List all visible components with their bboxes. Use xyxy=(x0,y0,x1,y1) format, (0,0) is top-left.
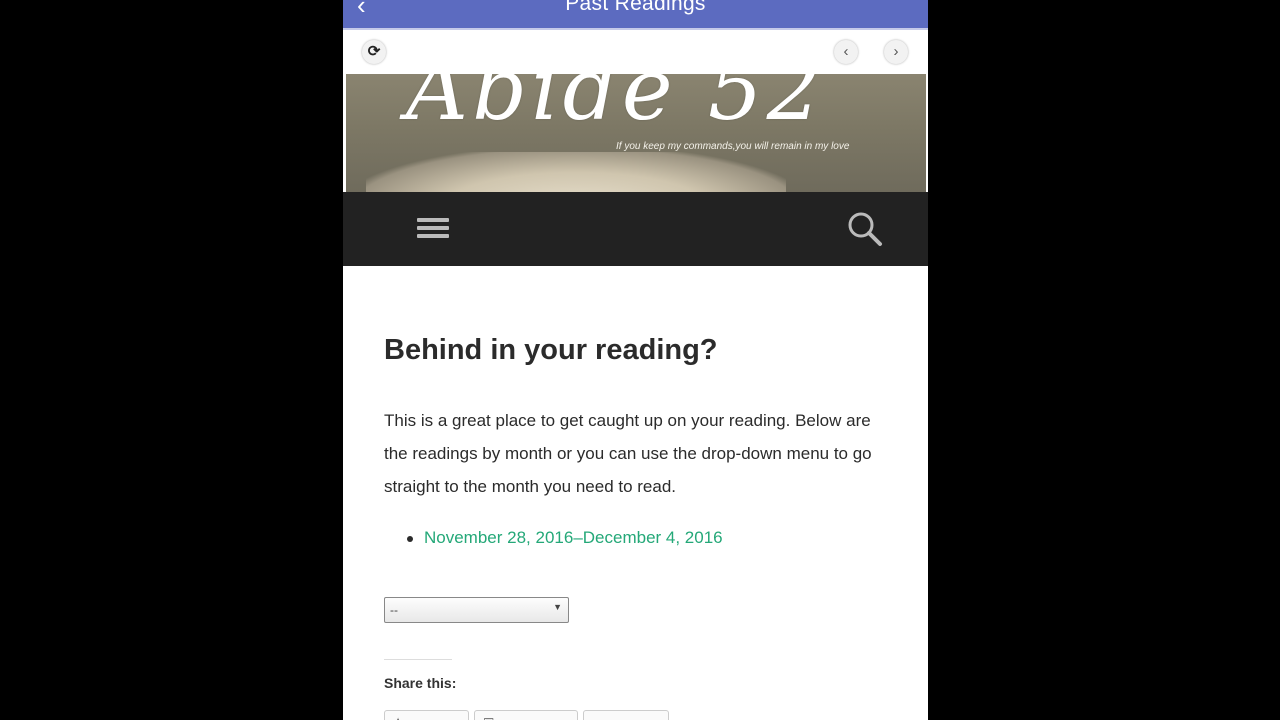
phone-screen: ‹ Past Readings ⟳ ‹ › Abide 52 If you ke… xyxy=(343,0,928,720)
site-logo: Abide 52 xyxy=(406,74,826,140)
share-label: Share this: xyxy=(384,675,457,691)
site-banner[interactable]: Abide 52 If you keep my commands,you wil… xyxy=(346,74,926,192)
divider xyxy=(384,659,452,660)
app-bar: ‹ Past Readings xyxy=(343,0,928,28)
browser-toolbar: ⟳ ‹ › xyxy=(343,28,928,76)
page-title: Behind in your reading? xyxy=(384,334,718,366)
site-nav xyxy=(343,192,928,266)
reading-links: November 28, 2016–December 4, 2016 xyxy=(407,528,723,548)
open-bible-image xyxy=(366,152,786,192)
dropdown-arrow-icon: ▼ xyxy=(553,602,562,612)
intro-paragraph: This is a great place to get caught up o… xyxy=(384,411,872,496)
chevron-right-icon[interactable]: › xyxy=(884,40,908,64)
hamburger-menu-icon[interactable] xyxy=(417,218,449,242)
app-bar-title: Past Readings xyxy=(565,0,706,15)
list-item: November 28, 2016–December 4, 2016 xyxy=(407,528,723,548)
month-dropdown-value: -- xyxy=(390,603,398,617)
site-tagline: If you keep my commands,you will remain … xyxy=(616,141,850,152)
share-twitter-button[interactable]: ✦ xyxy=(384,710,469,720)
refresh-icon[interactable]: ⟳ xyxy=(362,40,386,64)
month-dropdown[interactable]: -- ▼ xyxy=(384,597,569,623)
reading-link[interactable]: November 28, 2016–December 4, 2016 xyxy=(424,528,723,547)
chevron-left-icon[interactable]: ‹ xyxy=(834,40,858,64)
share-google-button[interactable]: ● xyxy=(583,710,669,720)
search-icon[interactable] xyxy=(847,211,883,247)
share-facebook-button[interactable]: ▣ xyxy=(474,710,578,720)
